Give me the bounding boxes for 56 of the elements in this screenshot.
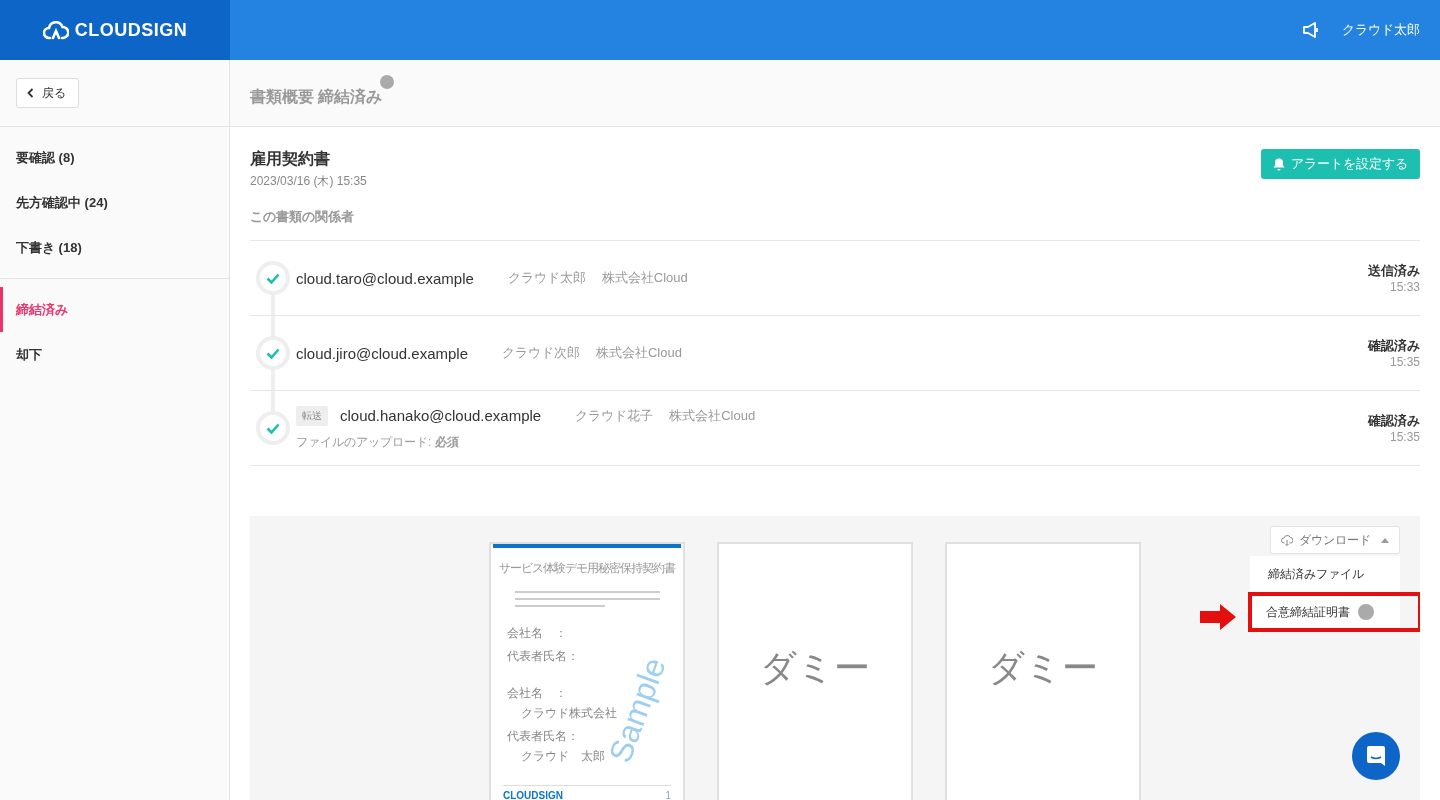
participant-email: cloud.taro@cloud.example bbox=[296, 269, 474, 287]
page-title: 書類概要 締結済み bbox=[250, 86, 383, 107]
document-title: サービス体験デモ用秘密保持契約書 bbox=[498, 560, 677, 577]
back-button[interactable]: 戻る bbox=[16, 78, 79, 108]
participant-email: cloud.jiro@cloud.example bbox=[296, 344, 468, 362]
sidebar-item[interactable]: 先方確認中 (24) bbox=[0, 180, 229, 225]
participant-name: クラウド太郎 bbox=[507, 269, 586, 287]
participant-status: 送信済み bbox=[1368, 262, 1420, 280]
status-time: 15:35 bbox=[1389, 355, 1420, 369]
participant-status: 確認済み bbox=[1368, 412, 1420, 430]
status-time: 15:33 bbox=[1389, 280, 1420, 294]
dummy-text: ダミー bbox=[759, 646, 871, 690]
section-heading: この書類の関係者 bbox=[250, 208, 355, 226]
check-icon bbox=[266, 422, 280, 434]
forward-badge: 転送 bbox=[296, 405, 328, 426]
field-label: 代表者氏名： bbox=[507, 648, 580, 665]
document-page[interactable]: ダミー bbox=[717, 542, 913, 800]
cloud-logo-icon bbox=[42, 20, 69, 40]
logo-text: CLOUDSIGN bbox=[74, 19, 188, 41]
upload-value: 必須 bbox=[435, 433, 460, 451]
bell-icon bbox=[1273, 157, 1285, 171]
page-number: 1 bbox=[665, 790, 671, 800]
footer-logo: CLOUDSIGN bbox=[503, 790, 563, 800]
participant-company: 株式会社Cloud bbox=[596, 344, 682, 362]
participant-status: 確認済み bbox=[1368, 337, 1420, 355]
download-button[interactable]: ダウンロード bbox=[1270, 526, 1400, 554]
participant-company: 株式会社Cloud bbox=[601, 269, 688, 287]
sidebar-item[interactable]: 下書き (18) bbox=[0, 225, 229, 270]
document-page[interactable]: ダミー bbox=[945, 542, 1141, 800]
check-icon bbox=[266, 272, 280, 284]
chevron-left-icon bbox=[27, 88, 34, 98]
user-name[interactable]: クラウド太郎 bbox=[1342, 21, 1420, 39]
chat-icon bbox=[1366, 745, 1386, 767]
megaphone-icon[interactable] bbox=[1302, 22, 1320, 38]
sidebar-item[interactable]: 却下 bbox=[0, 332, 229, 377]
upload-label: ファイルのアップロード: bbox=[296, 433, 432, 451]
participant-name: クラウド花子 bbox=[575, 406, 654, 425]
chat-button[interactable] bbox=[1352, 732, 1400, 780]
participant-company: 株式会社Cloud bbox=[669, 406, 756, 425]
sidebar-item[interactable]: 要確認 (8) bbox=[0, 135, 229, 180]
arrow-icon bbox=[1200, 604, 1236, 630]
menu-item[interactable]: 締結済みファイル bbox=[1250, 556, 1400, 592]
cloud-download-icon bbox=[1281, 534, 1293, 546]
status-time: 15:35 bbox=[1389, 430, 1420, 444]
sidebar-item[interactable]: 締結済み bbox=[0, 287, 229, 332]
field-label: 会社名 ： bbox=[507, 685, 568, 702]
field-label: 代表者氏名： bbox=[507, 728, 580, 745]
document-date: 2023/03/16 (木) 15:35 bbox=[250, 173, 367, 190]
check-icon bbox=[266, 347, 280, 359]
participant-email: cloud.hanako@cloud.example bbox=[340, 407, 542, 424]
field-value: クラウド 太郎 bbox=[520, 748, 606, 765]
dummy-text: ダミー bbox=[987, 646, 1099, 690]
document-title: 雇用契約書 bbox=[250, 149, 331, 169]
caret-up-icon bbox=[1381, 537, 1389, 543]
field-label: 会社名 ： bbox=[507, 625, 568, 642]
participant-name: クラウド次郎 bbox=[502, 344, 580, 362]
